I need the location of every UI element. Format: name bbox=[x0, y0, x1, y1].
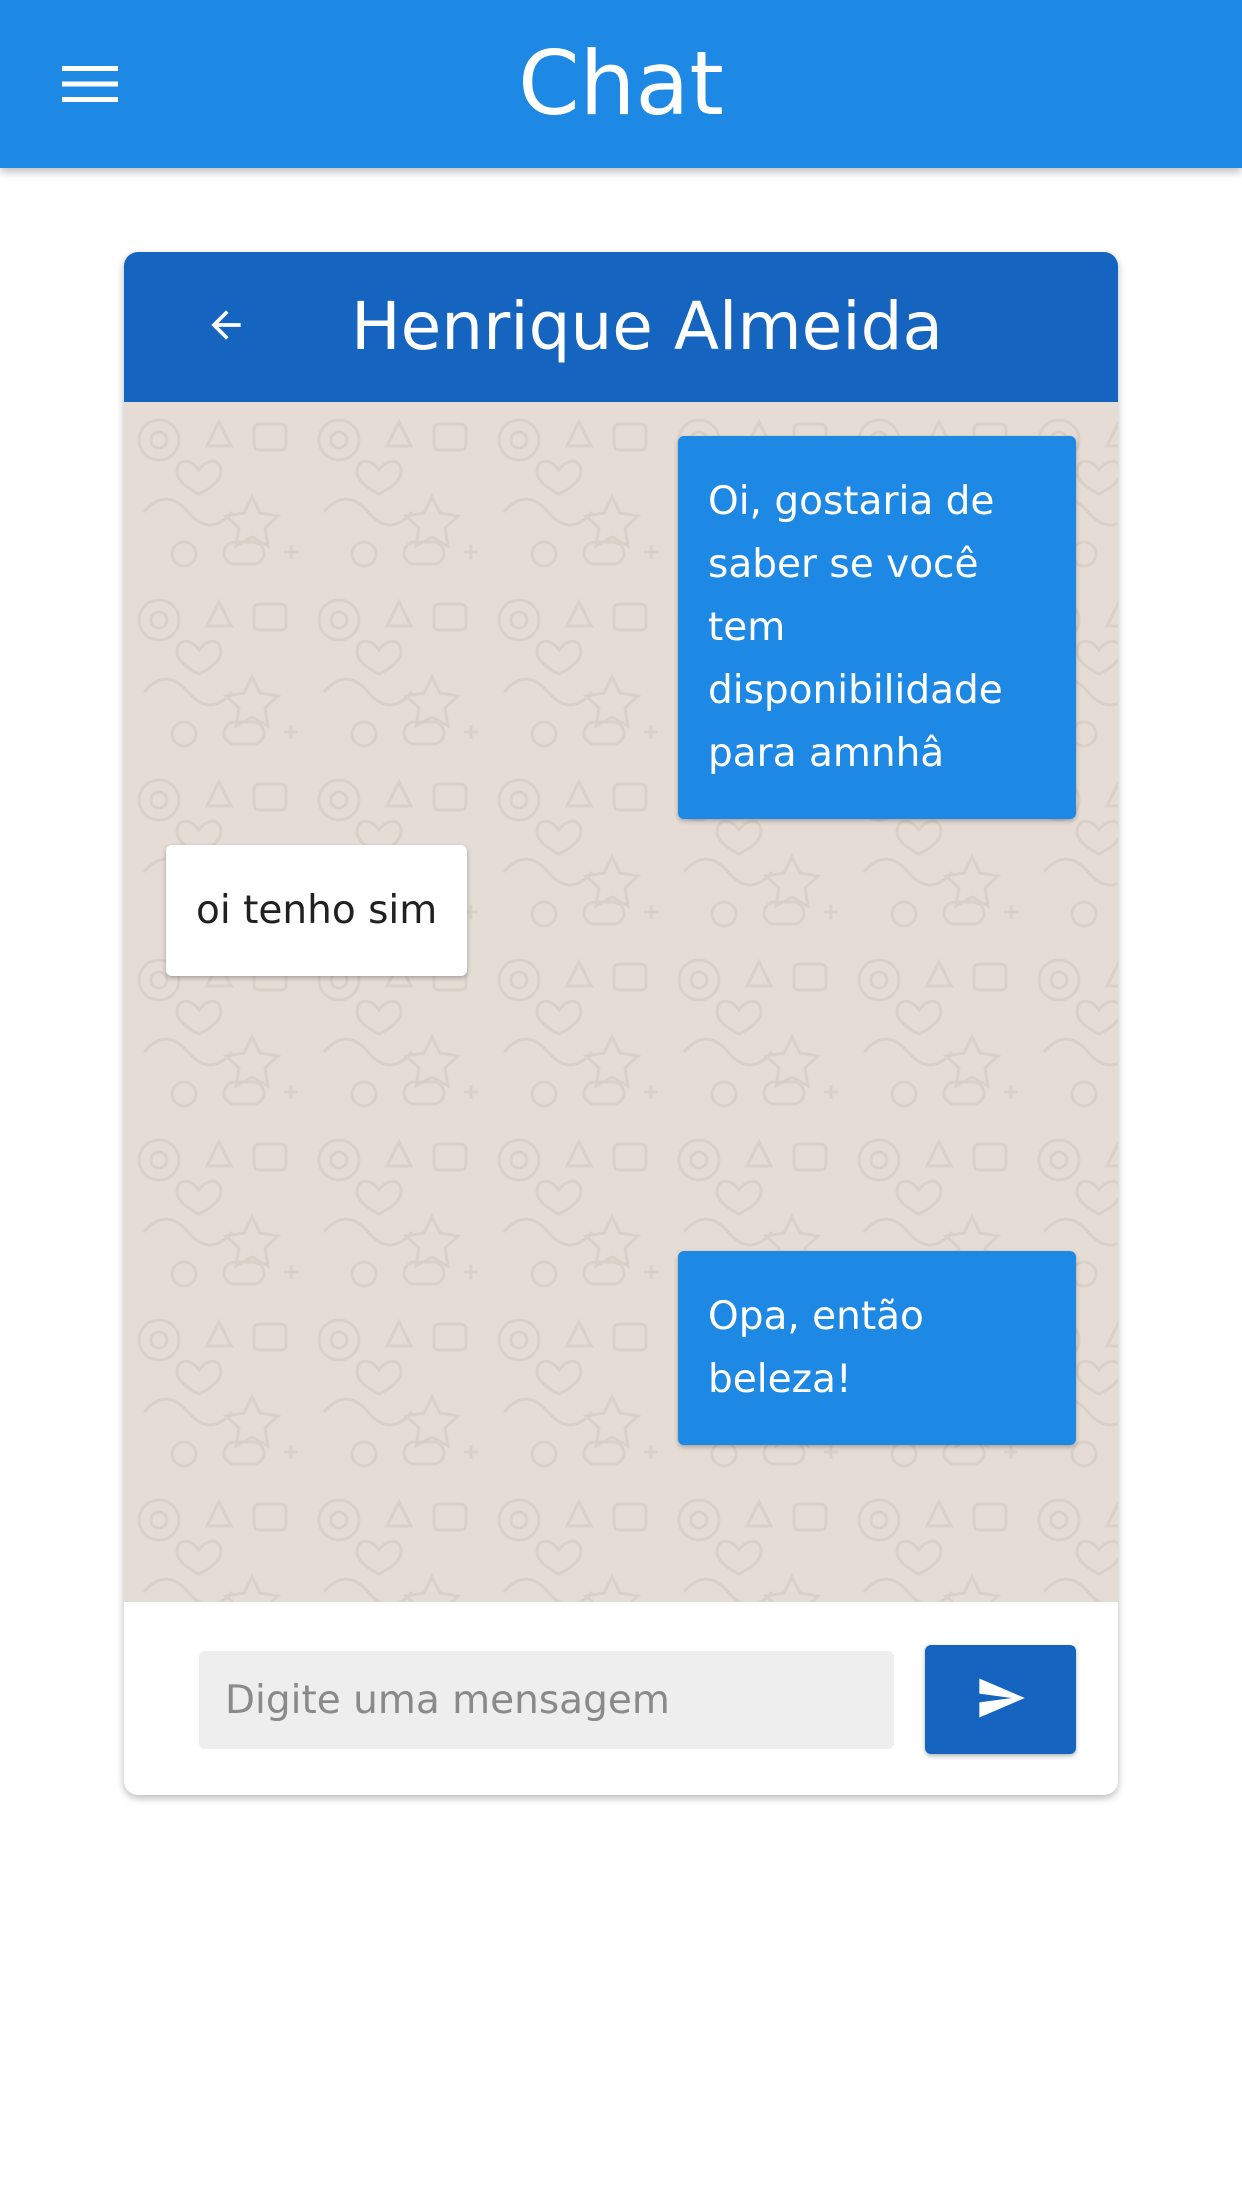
arrow-back-icon bbox=[204, 303, 248, 351]
menu-icon bbox=[62, 64, 118, 104]
message-input[interactable] bbox=[199, 1651, 894, 1749]
page-title: Chat bbox=[518, 32, 724, 135]
message-bubble-sent: Oi, gostaria de saber se você tem dispon… bbox=[678, 436, 1076, 819]
message-bubble-sent: Opa, então beleza! bbox=[678, 1251, 1076, 1445]
message-composer bbox=[124, 1602, 1118, 1795]
chat-header: Henrique Almeida bbox=[124, 252, 1118, 402]
send-icon bbox=[975, 1672, 1027, 1728]
message-bubble-received: oi tenho sim bbox=[166, 845, 468, 976]
send-button[interactable] bbox=[925, 1645, 1076, 1754]
back-button[interactable] bbox=[186, 287, 266, 367]
chat-window: Henrique Almeida Oi, gostaria de saber s… bbox=[124, 252, 1118, 1795]
app-bar: Chat bbox=[0, 0, 1242, 168]
message-list[interactable]: Oi, gostaria de saber se você tem dispon… bbox=[124, 402, 1118, 1602]
menu-button[interactable] bbox=[40, 44, 140, 124]
contact-name: Henrique Almeida bbox=[351, 288, 943, 365]
